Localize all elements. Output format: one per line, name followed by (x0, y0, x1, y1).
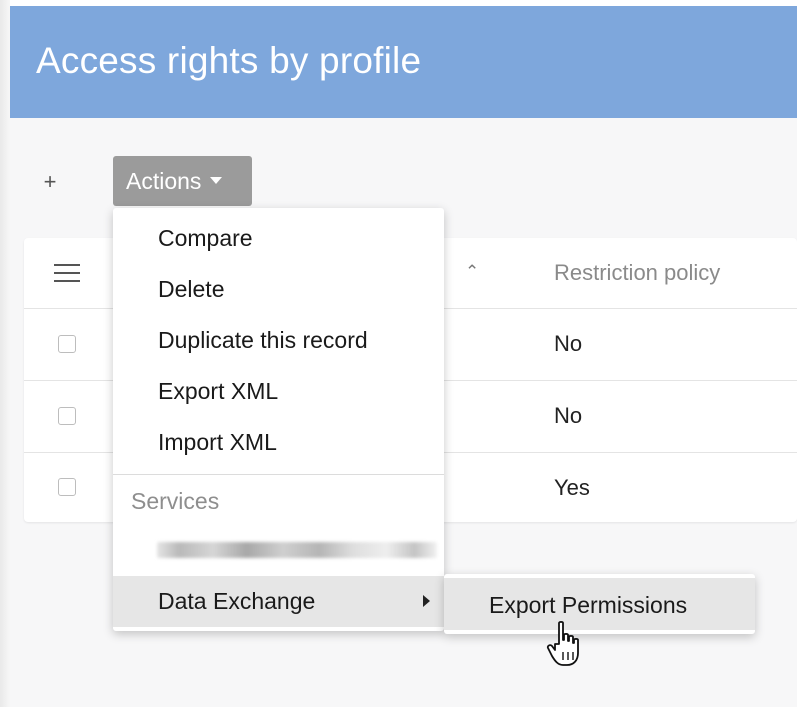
menu-divider (113, 474, 444, 475)
actions-dropdown-menu: Compare Delete Duplicate this record Exp… (113, 208, 444, 631)
menu-item-data-exchange[interactable]: Data Exchange (113, 576, 444, 627)
data-exchange-label: Data Exchange (158, 588, 316, 614)
page-title: Access rights by profile (36, 40, 422, 81)
hand-pointer-cursor-icon (546, 620, 579, 666)
menu-item-delete[interactable]: Delete (158, 276, 224, 303)
page: Access rights by profile + Actions ⌃ Res… (0, 0, 797, 707)
row-checkbox[interactable] (58, 335, 76, 353)
menu-item-compare[interactable]: Compare (158, 225, 253, 252)
sort-ascending-icon[interactable]: ⌃ (465, 262, 479, 282)
caret-down-icon (210, 177, 223, 185)
actions-button-label: Actions (126, 168, 202, 194)
hamburger-menu-icon[interactable] (54, 264, 80, 284)
chevron-right-icon (423, 595, 430, 607)
page-header: Access rights by profile (10, 6, 797, 118)
actions-dropdown-button[interactable]: Actions (113, 156, 252, 206)
row-checkbox[interactable] (58, 407, 76, 425)
column-header-restriction-policy[interactable]: Restriction policy (554, 260, 720, 286)
menu-item-export-permissions[interactable]: Export Permissions (444, 578, 755, 630)
restriction-policy-cell: No (554, 403, 583, 428)
restriction-policy-cell: Yes (554, 475, 590, 500)
menu-item-export-xml[interactable]: Export XML (158, 378, 278, 405)
row-checkbox[interactable] (58, 478, 76, 496)
menu-section-services: Services (131, 488, 220, 514)
redacted-menu-item[interactable] (157, 542, 437, 558)
menu-item-duplicate[interactable]: Duplicate this record (158, 327, 368, 354)
export-permissions-label: Export Permissions (489, 592, 688, 618)
window-edge (0, 0, 10, 707)
add-button[interactable]: + (40, 170, 60, 194)
menu-item-import-xml[interactable]: Import XML (158, 429, 277, 456)
restriction-policy-cell: No (554, 331, 583, 356)
data-exchange-submenu: Export Permissions (444, 574, 755, 634)
